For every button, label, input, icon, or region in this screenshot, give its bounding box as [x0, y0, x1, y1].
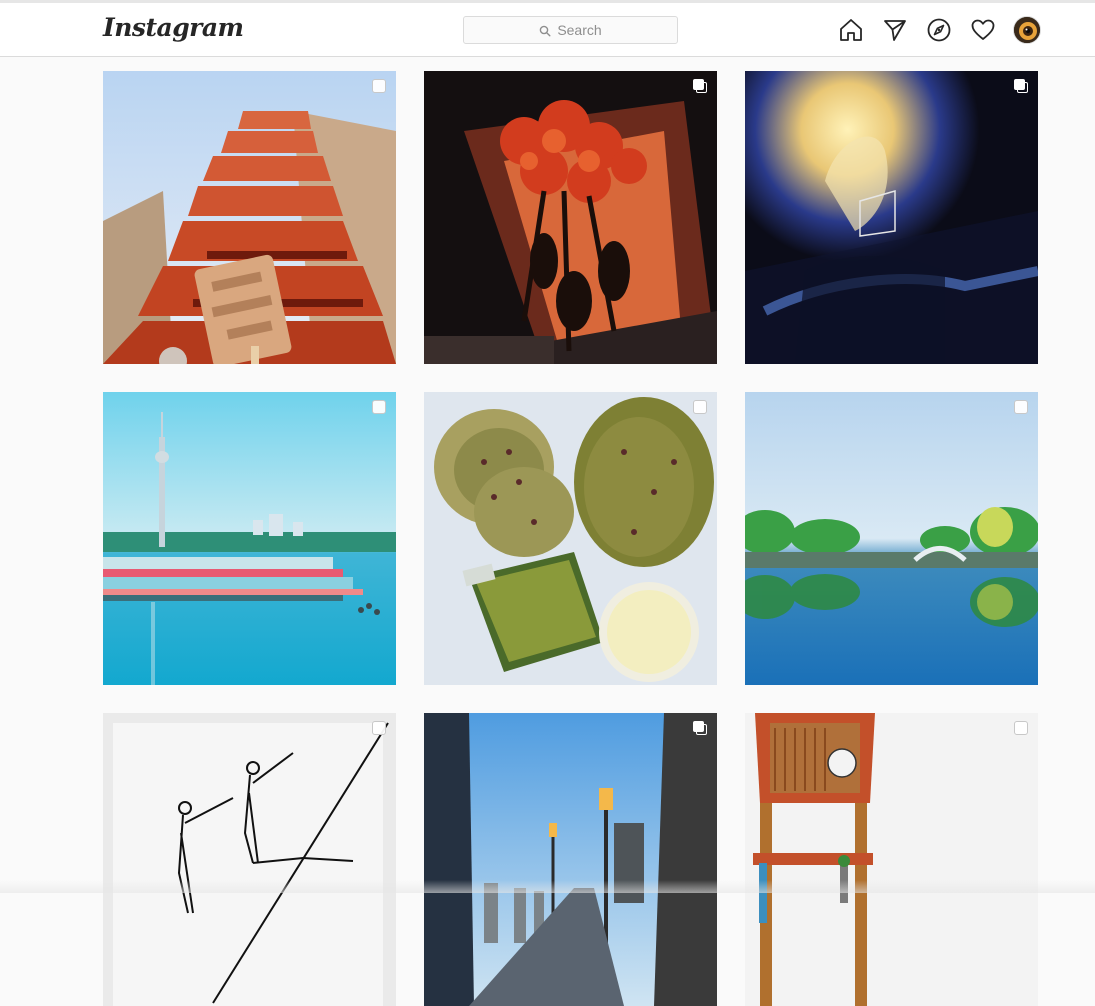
post-image: [424, 392, 717, 685]
post-thumbnail[interactable]: [103, 392, 396, 685]
multiple-photos-icon: [1014, 79, 1028, 93]
profile-avatar[interactable]: [1013, 16, 1041, 44]
post-thumbnail[interactable]: [745, 71, 1038, 364]
top-navigation-bar: Instagram Search: [0, 3, 1095, 57]
instagram-logo[interactable]: Instagram: [103, 13, 244, 42]
multiple-photos-icon: [693, 79, 707, 93]
explore-compass-icon[interactable]: [926, 17, 952, 43]
post-thumbnail[interactable]: [745, 713, 1038, 1006]
home-icon[interactable]: [838, 17, 864, 43]
post-thumbnail[interactable]: [424, 713, 717, 1006]
post-thumbnail[interactable]: [103, 713, 396, 1006]
select-checkbox[interactable]: [372, 721, 386, 735]
select-checkbox[interactable]: [1014, 400, 1028, 414]
post-thumbnail[interactable]: [424, 392, 717, 685]
activity-heart-icon[interactable]: [970, 17, 996, 43]
multiple-photos-icon: [693, 721, 707, 735]
post-image: [424, 713, 717, 1006]
select-checkbox[interactable]: [1014, 721, 1028, 735]
select-checkbox[interactable]: [372, 400, 386, 414]
post-thumbnail[interactable]: [424, 71, 717, 364]
post-image: [745, 713, 1038, 1006]
select-checkbox[interactable]: [372, 79, 386, 93]
post-image: [745, 71, 1038, 364]
post-image: [103, 392, 396, 685]
post-image: [745, 392, 1038, 685]
direct-message-icon[interactable]: [882, 17, 908, 43]
search-icon: [539, 24, 551, 37]
post-thumbnail[interactable]: [745, 392, 1038, 685]
post-image: [424, 71, 717, 364]
post-image: [103, 713, 396, 1006]
post-image: [103, 71, 396, 364]
search-input[interactable]: Search: [463, 16, 678, 44]
select-checkbox[interactable]: [693, 400, 707, 414]
post-thumbnail[interactable]: [103, 71, 396, 364]
search-placeholder: Search: [557, 22, 602, 38]
